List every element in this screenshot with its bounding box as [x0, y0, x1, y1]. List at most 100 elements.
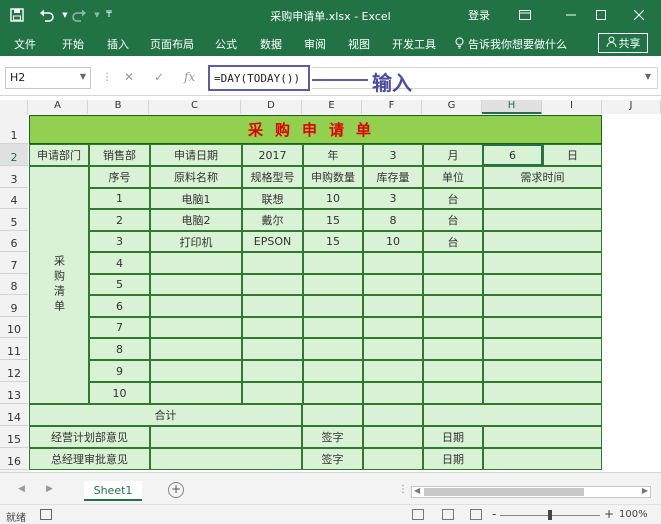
row-header-11[interactable]: 11	[0, 338, 28, 360]
item-spec-cell[interactable]	[242, 382, 303, 404]
column-header-b[interactable]: B	[88, 100, 149, 114]
header-required-time[interactable]: 需求时间	[483, 166, 602, 188]
add-sheet-icon[interactable]: +	[168, 482, 184, 498]
gm-date-label[interactable]: 日期	[423, 448, 483, 470]
item-unit-cell[interactable]: 台	[423, 188, 483, 209]
item-seq-cell[interactable]: 8	[89, 338, 150, 360]
item-required-time-cell[interactable]	[483, 295, 602, 317]
item-material-cell[interactable]	[150, 295, 242, 317]
item-material-cell[interactable]	[150, 360, 242, 382]
item-stock-cell[interactable]	[363, 317, 423, 338]
item-unit-cell[interactable]	[423, 360, 483, 382]
planning-opinion-value[interactable]	[150, 426, 302, 448]
day-value-cell-selected[interactable]: 6	[482, 144, 543, 166]
item-qty-cell[interactable]	[303, 382, 363, 404]
tab-file[interactable]: 文件	[14, 36, 36, 52]
column-header-f[interactable]: F	[362, 100, 422, 114]
item-spec-cell[interactable]	[242, 338, 303, 360]
item-spec-cell[interactable]: 戴尔	[242, 209, 303, 231]
row-header-3[interactable]: 3	[0, 166, 28, 188]
sheet-title-cell[interactable]: 采购申请单	[29, 115, 602, 144]
zoom-out-button[interactable]: -	[492, 507, 496, 521]
gm-sign-label[interactable]: 签字	[302, 448, 363, 470]
item-spec-cell[interactable]	[242, 274, 303, 295]
total-rest-cell[interactable]	[423, 404, 602, 426]
tab-page-layout[interactable]: 页面布局	[150, 36, 194, 52]
item-stock-cell[interactable]	[363, 252, 423, 274]
name-box[interactable]: H2 ▼	[5, 67, 91, 89]
header-material[interactable]: 原料名称	[150, 166, 242, 188]
item-required-time-cell[interactable]	[483, 231, 602, 252]
item-spec-cell[interactable]	[242, 295, 303, 317]
item-required-time-cell[interactable]	[483, 209, 602, 231]
planning-opinion-label[interactable]: 经营计划部意见	[29, 426, 150, 448]
insert-function-icon[interactable]: fx	[184, 70, 195, 84]
zoom-in-button[interactable]: +	[604, 507, 614, 521]
item-unit-cell[interactable]: 台	[423, 209, 483, 231]
tab-developer[interactable]: 开发工具	[392, 36, 436, 52]
total-label-cell[interactable]: 合计	[29, 404, 302, 426]
row-header-10[interactable]: 10	[0, 317, 28, 338]
item-material-cell[interactable]: 电脑2	[150, 209, 242, 231]
item-seq-cell[interactable]: 6	[89, 295, 150, 317]
minimize-icon[interactable]	[556, 4, 586, 26]
row-header-8[interactable]: 8	[0, 274, 28, 295]
item-material-cell[interactable]: 打印机	[150, 231, 242, 252]
maximize-icon[interactable]	[586, 4, 616, 26]
tab-formulas[interactable]: 公式	[215, 36, 237, 52]
row-header-6[interactable]: 6	[0, 231, 28, 252]
header-qty[interactable]: 申购数量	[303, 166, 363, 188]
item-seq-cell[interactable]: 1	[89, 188, 150, 209]
column-header-h[interactable]: H	[482, 100, 542, 114]
column-header-g[interactable]: G	[422, 100, 482, 114]
formula-input-extension[interactable]: ▼	[312, 67, 658, 89]
item-spec-cell[interactable]: EPSON	[242, 231, 303, 252]
formula-input[interactable]: =DAY(TODAY())	[208, 65, 310, 91]
item-spec-cell[interactable]	[242, 252, 303, 274]
scrollbar-thumb[interactable]	[424, 488, 584, 496]
column-header-d[interactable]: D	[241, 100, 302, 114]
tab-data[interactable]: 数据	[260, 36, 282, 52]
select-all-corner[interactable]	[0, 100, 28, 114]
row-header-14[interactable]: 14	[0, 404, 28, 426]
item-qty-cell[interactable]	[303, 360, 363, 382]
page-break-view-icon[interactable]	[470, 509, 482, 520]
column-header-a[interactable]: A	[28, 100, 88, 114]
sheet-tab-sheet1[interactable]: Sheet1	[84, 481, 142, 501]
worksheet-grid[interactable]: A B C D E F G H I J 1 2 3 4 5 6 7 8 9 10…	[0, 96, 661, 472]
item-seq-cell[interactable]: 10	[89, 382, 150, 404]
dept-label-cell[interactable]: 申请部门	[29, 144, 89, 166]
column-header-c[interactable]: C	[149, 100, 241, 114]
purchase-list-side-label[interactable]: 采购清单	[29, 166, 89, 404]
scroll-sheets-right-icon[interactable]: ▶	[46, 484, 53, 494]
share-button[interactable]: 共享	[598, 33, 648, 53]
column-header-j[interactable]: J	[602, 100, 661, 114]
row-header-2[interactable]: 2	[0, 144, 28, 166]
planning-date-value[interactable]	[483, 426, 602, 448]
item-required-time-cell[interactable]	[483, 338, 602, 360]
column-header-i[interactable]: I	[542, 100, 602, 114]
item-stock-cell[interactable]: 8	[363, 209, 423, 231]
month-value-cell[interactable]: 3	[363, 144, 423, 166]
item-required-time-cell[interactable]	[483, 382, 602, 404]
item-qty-cell[interactable]	[303, 338, 363, 360]
item-stock-cell[interactable]	[363, 382, 423, 404]
scroll-right-icon[interactable]: ▶	[642, 486, 648, 495]
item-unit-cell[interactable]	[423, 252, 483, 274]
tell-me-box[interactable]: 告诉我你想要做什么	[455, 36, 567, 52]
item-required-time-cell[interactable]	[483, 252, 602, 274]
item-qty-cell[interactable]	[303, 295, 363, 317]
item-qty-cell[interactable]	[303, 252, 363, 274]
item-spec-cell[interactable]: 联想	[242, 188, 303, 209]
item-unit-cell[interactable]	[423, 338, 483, 360]
item-seq-cell[interactable]: 2	[89, 209, 150, 231]
item-unit-cell[interactable]	[423, 274, 483, 295]
planning-date-label[interactable]: 日期	[423, 426, 483, 448]
row-header-7[interactable]: 7	[0, 252, 28, 274]
row-header-13[interactable]: 13	[0, 382, 28, 404]
ribbon-display-icon[interactable]	[510, 4, 540, 26]
item-qty-cell[interactable]	[303, 274, 363, 295]
item-material-cell[interactable]	[150, 274, 242, 295]
gm-opinion-value[interactable]	[150, 448, 302, 470]
item-unit-cell[interactable]	[423, 317, 483, 338]
